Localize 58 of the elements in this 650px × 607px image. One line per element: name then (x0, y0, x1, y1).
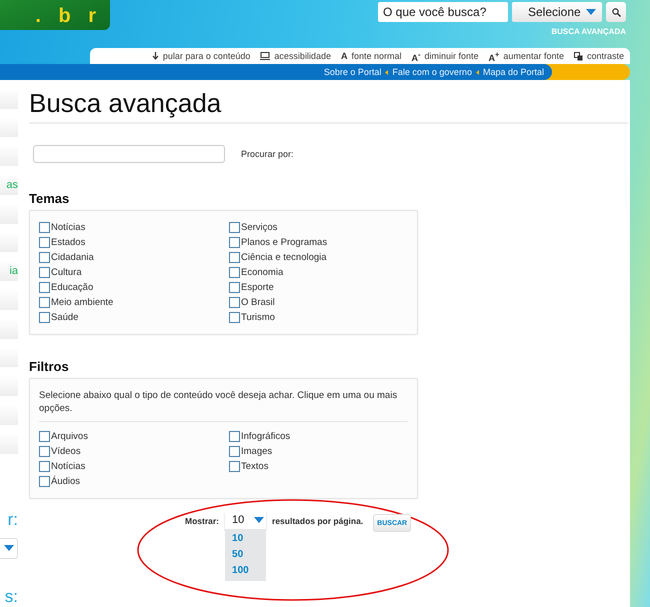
accessibility-link[interactable]: pular para o conteúdo (152, 51, 250, 61)
checkbox-option[interactable]: Textos (229, 460, 408, 473)
results-label: Mostrar: (185, 516, 220, 526)
checkbox-option[interactable]: Serviços (229, 221, 408, 234)
page-title: Busca avançada (29, 88, 628, 124)
checkbox-option[interactable]: Vídeos (39, 445, 229, 458)
category-select[interactable]: Selecione (512, 2, 602, 22)
accessibility-link[interactable]: A fonte normal (340, 51, 402, 61)
filters-description: Selecione abaixo qual o tipo de conteúdo você deseja achar. Clique em uma ou mais opções. (39, 389, 408, 422)
checkbox-option[interactable]: Cultura (39, 266, 229, 279)
nav-link[interactable]: Mapa do Portal (482, 67, 544, 77)
field-label: Procurar por: (241, 149, 294, 159)
contrast-icon (574, 52, 583, 60)
search-field[interactable]: O que você busca? (378, 2, 508, 22)
checkbox-option[interactable]: Saúde (39, 311, 229, 324)
nav-link[interactable]: Fale com o governo (392, 67, 472, 77)
results-select[interactable]: 10 (225, 511, 266, 529)
sidebar-select[interactable] (0, 538, 18, 559)
caret-icon (4, 545, 14, 552)
checkbox-option[interactable]: Cidadania (39, 251, 229, 264)
checkbox-option[interactable]: Turismo (229, 311, 408, 324)
checkbox-option[interactable]: Arquivos (39, 430, 229, 443)
font-size-glyph: A (340, 51, 348, 61)
caret-icon (254, 517, 264, 523)
checkbox-option[interactable]: O Brasil (229, 296, 408, 309)
checkbox-option[interactable]: Economia (229, 266, 408, 279)
search-icon (612, 8, 620, 16)
font-size-glyph: A$^{+}$ (488, 50, 500, 62)
logo[interactable]: . b r (0, 0, 110, 30)
checkbox-option[interactable]: Esporte (229, 281, 408, 294)
section-heading: Temas (29, 191, 70, 206)
checkbox-option[interactable]: Ciência e tecnologia (229, 251, 408, 264)
checkbox-option[interactable]: Images (229, 445, 408, 458)
accessibility-link[interactable]: acessibilidade (260, 51, 331, 61)
checkbox-option[interactable]: Notícias (39, 460, 229, 473)
font-size-glyph: A$^{-}$ (412, 50, 420, 62)
nav-link[interactable]: Sobre o Portal (324, 67, 382, 77)
section-heading: Filtros (29, 359, 70, 374)
checkbox-option[interactable]: Estados (39, 236, 229, 249)
sidebar-heading: s: (4, 586, 18, 607)
monitor-icon (260, 52, 270, 60)
accessibility-link[interactable]: A$^{-}$ diminuir fonte (412, 50, 479, 62)
separator-icon (476, 70, 479, 74)
caret-icon (586, 9, 596, 15)
accessibility-link[interactable]: contraste (574, 51, 624, 61)
checkbox-option[interactable]: Planos e Programas (229, 236, 408, 249)
accessibility-link[interactable]: A$^{+}$ aumentar fonte (488, 50, 564, 62)
separator-icon (385, 70, 388, 74)
checkbox-option[interactable]: Meio ambiente (39, 296, 229, 309)
arrow-down-icon (152, 52, 159, 60)
checkbox-option[interactable]: Educação (39, 281, 229, 294)
search-field[interactable] (33, 145, 225, 163)
search-button[interactable] (606, 2, 626, 22)
checkbox-option[interactable]: Infográficos (229, 430, 408, 443)
results-suffix: resultados por página. (272, 516, 364, 526)
checkbox-option[interactable]: Áudios (39, 475, 229, 488)
sidebar-heading: r: (8, 510, 18, 530)
checkbox-option[interactable]: Notícias (39, 221, 229, 234)
